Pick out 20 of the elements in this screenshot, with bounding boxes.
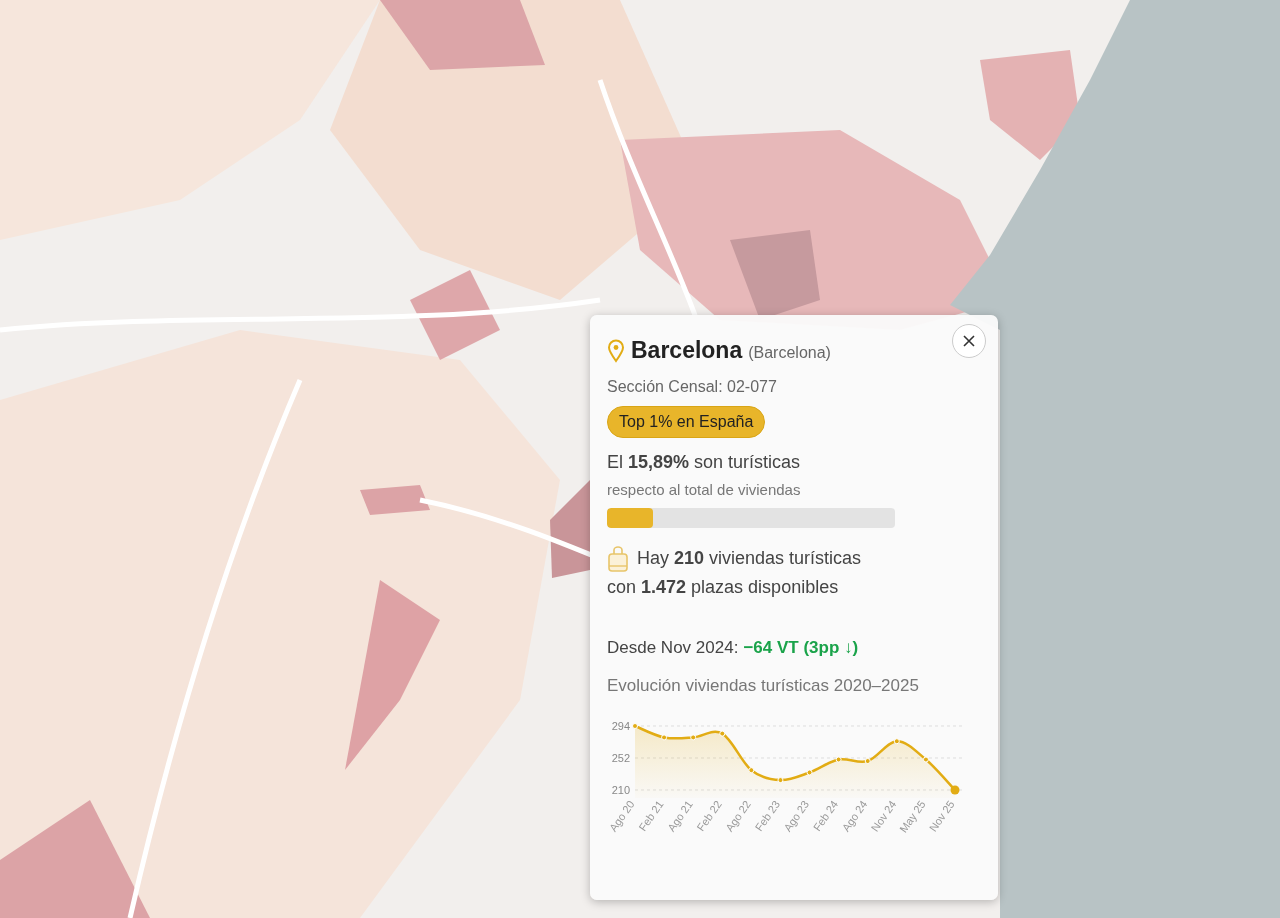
share-text: El 15,89% son turísticas [607,452,801,473]
y-tick-label: 294 [611,720,630,732]
listings-text: con 1.472 plazas disponibles [607,576,840,599]
x-tick-label: Feb 23 [752,798,783,834]
rank-badge: Top 1% en España [607,406,766,438]
place-title: Barcelona [631,337,743,364]
x-tick-label: Ago 23 [781,798,812,834]
x-tick-label: Ago 20 [606,798,637,834]
change-label: Desde Nov 2024: [607,638,739,658]
y-tick-label: 210 [611,784,630,796]
x-tick-label: Feb 22 [694,798,724,834]
x-tick-label: Feb 21 [636,798,666,834]
chart-title: Evolución viviendas turísticas 2020–2025 [607,676,919,696]
change-value: −64 VT (3pp ↓) [743,638,859,658]
share-caption: respecto al total de viviendas [607,481,801,498]
census-section: Sección Censal: 02-077 [607,378,777,396]
listings-text: Hay 210 viviendas turísticas [637,547,862,570]
x-tick-label: Feb 24 [810,798,841,834]
y-tick-label: 252 [611,752,630,764]
place-province: (Barcelona) [748,344,831,362]
